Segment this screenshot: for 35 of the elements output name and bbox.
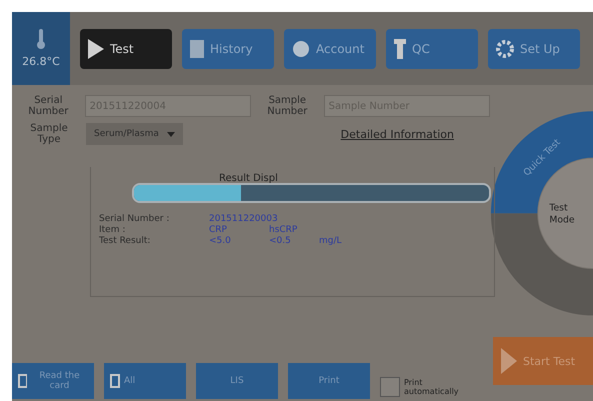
field-label: Sample Number (266, 95, 308, 117)
field-label: Sample Type (29, 123, 69, 145)
nav-tab[interactable]: QC (386, 28, 478, 68)
checkbox-label: Print automatically (404, 378, 460, 396)
action-button[interactable]: All (104, 363, 186, 399)
action-button[interactable]: Print (288, 363, 370, 399)
result-value: 201511220003 (209, 214, 279, 224)
result-value: <5.0 (209, 236, 232, 246)
result-value: <0.5 (269, 236, 292, 246)
settings-icon (496, 40, 514, 58)
nav-tab[interactable]: Test (80, 28, 172, 68)
result-label: Test Result: (99, 236, 152, 246)
result-title: Result Displ (219, 173, 279, 184)
nav-tab[interactable]: Account (284, 28, 376, 68)
result-value: hsCRP (269, 225, 298, 235)
temperature-reading: 26.8°C (22, 55, 60, 68)
result-label: Serial Number : (99, 214, 170, 224)
card-icon (18, 374, 28, 388)
play-icon (88, 38, 104, 58)
result-value: mg/L (319, 236, 343, 246)
action-button[interactable]: Read the card (12, 363, 94, 399)
result-value: CRP (209, 225, 228, 235)
print-checkbox[interactable] (380, 377, 400, 397)
thermometer-icon (37, 29, 45, 49)
result-label: Item : (99, 225, 126, 235)
sample-type-dropdown[interactable]: Serum/Plasma (86, 123, 183, 145)
caret-icon (166, 132, 175, 136)
detailed-information-link[interactable]: Detailed Information (340, 128, 454, 140)
start-test-button[interactable]: Start Test (493, 337, 593, 385)
action-button[interactable]: LIS (196, 363, 278, 399)
field-label: Serial Number (27, 95, 70, 117)
nav-tab[interactable]: Set Up (488, 28, 580, 68)
nav-tab[interactable]: History (182, 28, 274, 68)
card-icon (110, 374, 120, 388)
play-icon (501, 348, 517, 374)
